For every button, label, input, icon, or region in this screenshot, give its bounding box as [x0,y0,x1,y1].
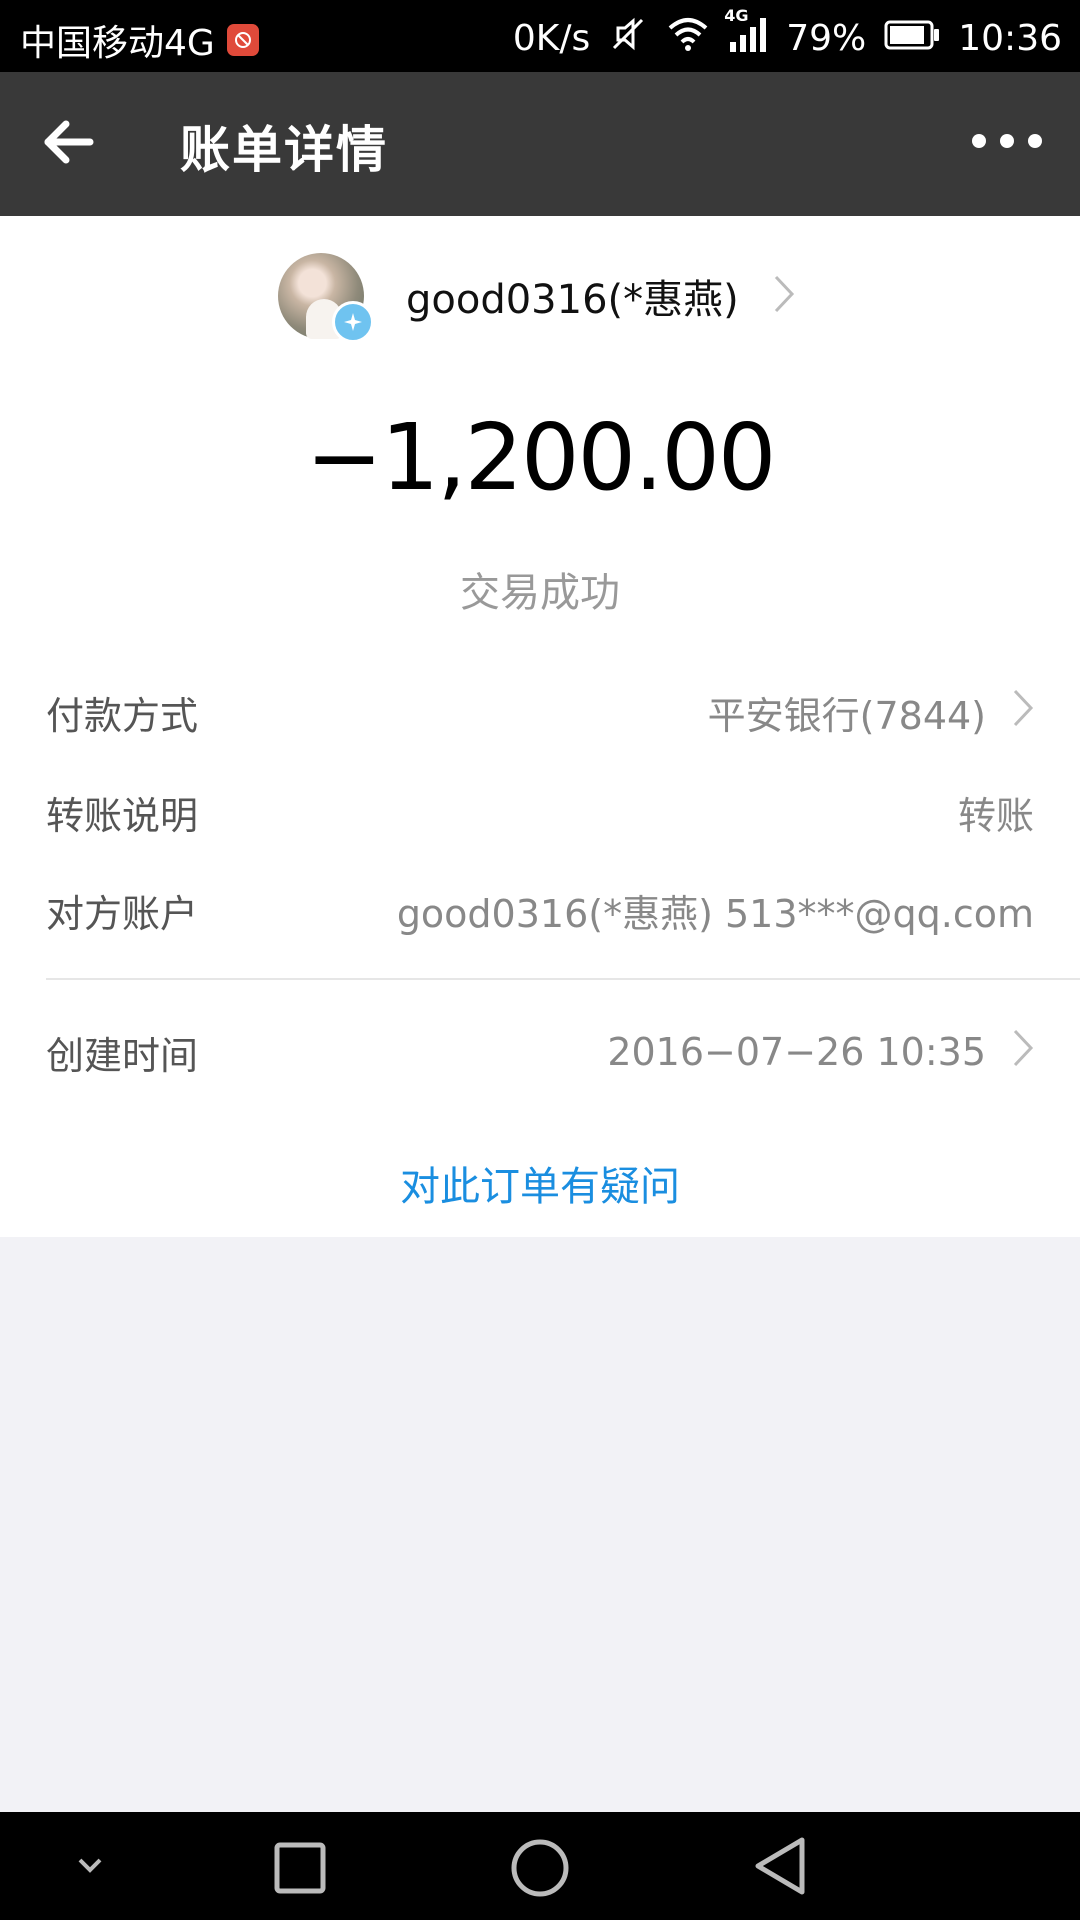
more-dot-icon [1000,134,1014,148]
status-bar-right: 0K/s 4G 79% 10:36 [512,6,1062,63]
battery-percent: 79% [786,18,867,59]
more-dot-icon [972,134,986,148]
created-time-row[interactable]: 创建时间 2016−07−26 10:35 [46,1022,1034,1082]
carrier-label: 中国移动4G [20,23,215,64]
wifi-icon [666,16,710,61]
detail-value-wrap: 平安银行(7844) [708,685,1034,740]
payment-method-row[interactable]: 付款方式 平安银行(7844) [46,682,1034,742]
system-nav-bar [0,1812,1080,1920]
status-bar-left: 中国移动4G [20,14,259,66]
battery-icon [884,18,940,59]
detail-value-wrap: 2016−07−26 10:35 [607,1028,1034,1077]
payment-method-value: 平安银行(7844) [707,693,986,738]
nav-home-button[interactable] [510,1838,570,1902]
more-options-button[interactable] [972,134,1042,148]
network-type-label: 4G [724,6,749,25]
payee-row[interactable]: good0316(*惠燕) [278,252,795,343]
back-arrow-icon [44,120,94,164]
detail-value-wrap: 转账 [958,785,1034,840]
nav-back-button[interactable] [752,1836,808,1900]
detail-label: 转账说明 [46,793,199,838]
transaction-amount: −1,200.00 [305,404,777,511]
detail-value-wrap: good0316(*惠燕) 513***@qq.com [397,883,1034,938]
detail-label: 创建时间 [46,1033,199,1078]
payee-name: good0316(*惠燕) [406,277,739,323]
order-question-link[interactable]: 对此订单有疑问 [0,1154,1080,1212]
page-title: 账单详情 [180,121,388,179]
bill-detail-card: good0316(*惠燕) −1,200.00 交易成功 付款方式 平安银行(7… [0,216,1080,1237]
detail-label: 付款方式 [46,693,199,738]
circle-icon [511,1839,569,1897]
transaction-status: 交易成功 [460,570,620,616]
signal-icon: 4G [724,6,768,61]
clock: 10:36 [958,18,1062,59]
back-button[interactable] [40,114,104,174]
nav-collapse-button[interactable] [72,1852,108,1882]
triangle-back-icon [755,1837,805,1895]
square-icon [274,1842,326,1894]
mute-icon [608,14,648,63]
avatar [278,253,374,343]
transfer-note-value: 转账 [957,793,1034,838]
status-bar: 中国移动4G 0K/s 4G 79% 10:36 [0,0,1080,72]
app-bar: 账单详情 [0,72,1080,216]
app-notification-icon [226,24,259,56]
transfer-note-row: 转账说明 转账 [46,782,1034,842]
chevron-down-icon [78,1858,102,1873]
counterparty-account-row: 对方账户 good0316(*惠燕) 513***@qq.com [46,880,1034,940]
chevron-right-icon [1012,1028,1034,1077]
counterparty-account-value: good0316(*惠燕) 513***@qq.com [396,891,1034,936]
created-time-value: 2016−07−26 10:35 [607,1030,986,1074]
divider [46,978,1080,980]
detail-label: 对方账户 [46,891,199,936]
more-dot-icon [1028,134,1042,148]
verified-badge-icon [332,301,374,343]
network-speed: 0K/s [512,18,591,59]
nav-recents-button[interactable] [274,1842,326,1898]
chevron-right-icon [1012,688,1034,737]
chevron-right-icon [773,274,795,318]
